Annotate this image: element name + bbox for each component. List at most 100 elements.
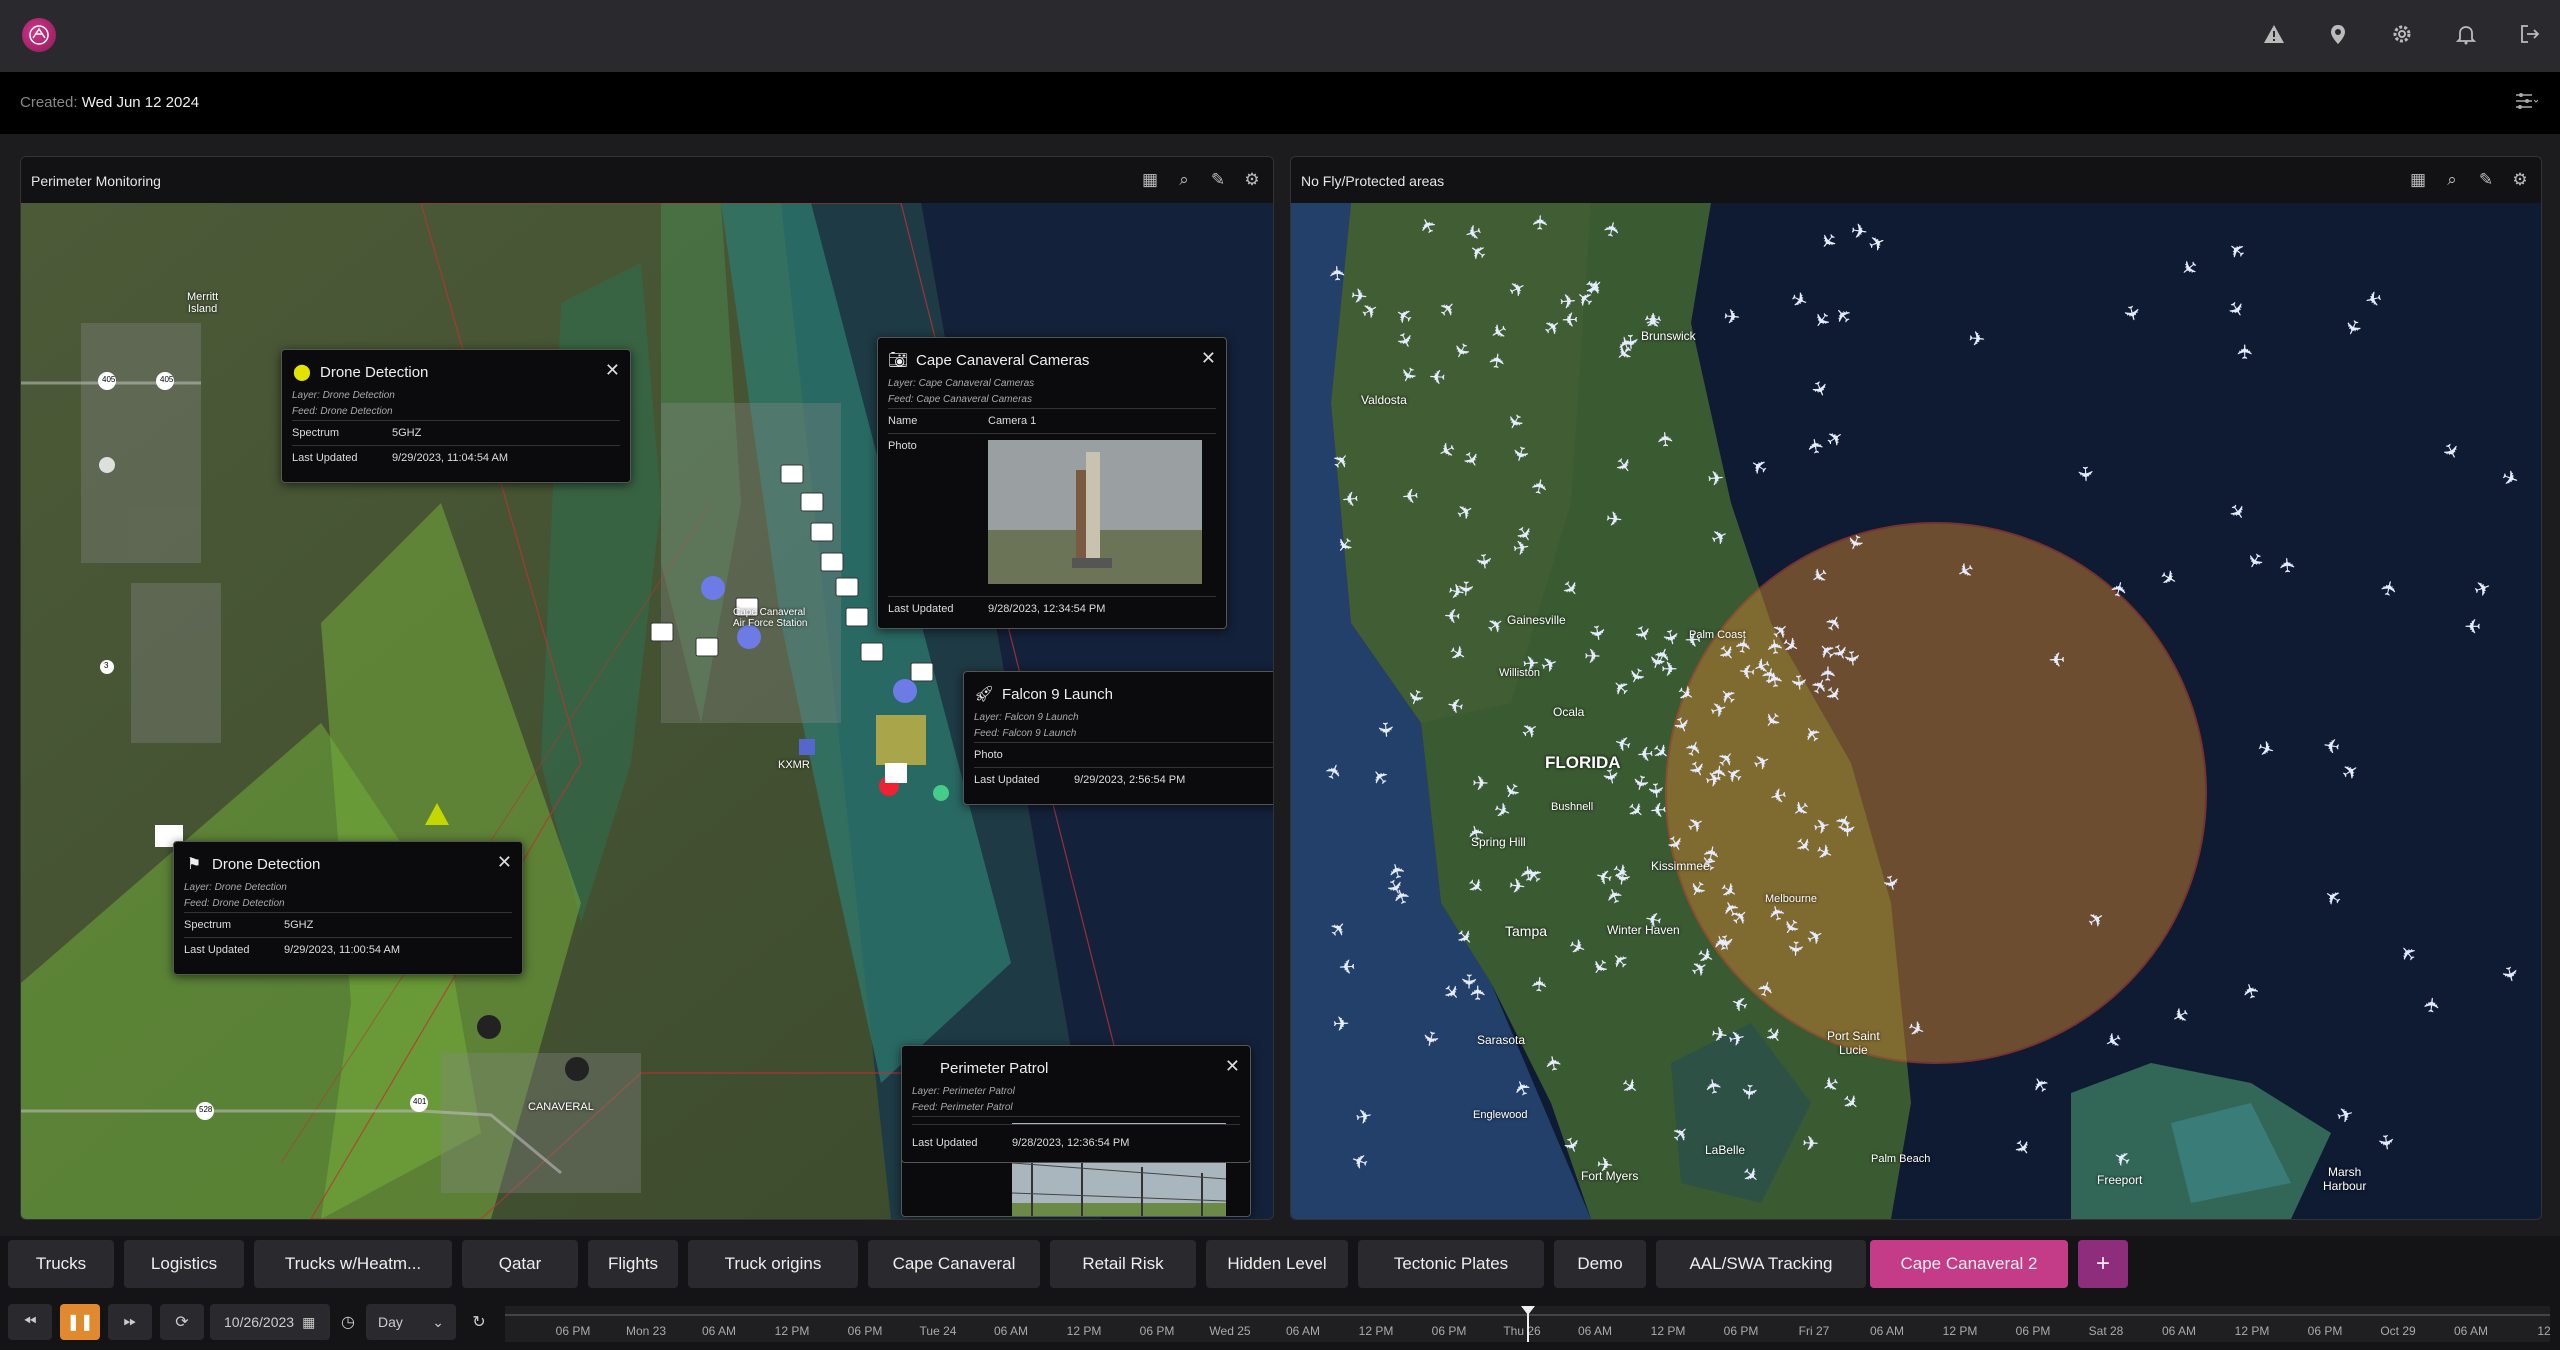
aircraft-icon[interactable]: ✈ — [2464, 614, 2481, 636]
aircraft-icon[interactable]: ✈ — [1472, 773, 1489, 795]
aircraft-icon[interactable]: ✈ — [1738, 659, 1757, 682]
aircraft-icon[interactable]: ✈ — [1708, 763, 1732, 782]
tab-trucks[interactable]: Trucks — [8, 1240, 114, 1288]
field-value: 9/29/2023, 11:04:54 AM — [392, 452, 508, 464]
close-icon[interactable]: ✕ — [497, 852, 512, 873]
close-icon[interactable]: ✕ — [1225, 1056, 1240, 1077]
satellite-map[interactable]: Merritt Island Cape Canaveral Air Force … — [21, 203, 1273, 1219]
tab-demo[interactable]: Demo — [1554, 1240, 1646, 1288]
aircraft-icon[interactable]: ✈ — [2277, 556, 2300, 574]
aircraft-icon[interactable]: ✈ — [1636, 741, 1655, 764]
timeline-tick: 12 PM — [1650, 1324, 1686, 1338]
grid-icon[interactable]: ▦ — [1139, 169, 1161, 191]
aircraft-icon[interactable]: ✈ — [1802, 1133, 1820, 1156]
aircraft-icon[interactable]: ✈ — [1723, 306, 1742, 329]
interval-select[interactable]: Day ⌄ — [366, 1304, 456, 1340]
aircraft-icon[interactable]: ✈ — [1835, 821, 1857, 838]
aircraft-icon[interactable]: ✈ — [1530, 214, 1553, 232]
aircraft-icon[interactable]: ✈ — [1507, 875, 1526, 899]
tab-cape-canaveral-2[interactable]: Cape Canaveral 2 — [1870, 1240, 2068, 1288]
close-icon[interactable]: ✕ — [605, 360, 620, 381]
aircraft-icon[interactable]: ✈ — [1471, 552, 1495, 571]
tab-retail-risk[interactable]: Retail Risk — [1050, 1240, 1196, 1288]
map-label: Englewood — [1473, 1109, 1528, 1121]
history-icon[interactable]: ◷ — [336, 1304, 360, 1340]
grid-icon[interactable]: ▦ — [2407, 169, 2429, 191]
pause-button[interactable]: ❚❚ — [60, 1304, 100, 1340]
popup-feed: Feed: Drone Detection — [292, 406, 393, 417]
aircraft-icon[interactable]: ✈ — [1468, 984, 1490, 1001]
aircraft-icon[interactable]: ✈ — [1401, 483, 1420, 506]
close-icon[interactable]: ✕ — [1201, 348, 1216, 369]
aircraft-icon[interactable]: ✈ — [1561, 307, 1579, 330]
tab-logistics[interactable]: Logistics — [124, 1240, 244, 1288]
aircraft-icon[interactable]: ✈ — [1332, 1013, 1350, 1036]
loop-button[interactable]: ⟳ — [160, 1304, 204, 1340]
aircraft-icon[interactable]: ✈ — [2048, 647, 2066, 670]
location-pin-icon[interactable] — [2326, 22, 2350, 46]
timeline-cursor-handle[interactable] — [1521, 1306, 1535, 1315]
aircraft-icon[interactable]: ✈ — [1511, 537, 1531, 561]
aircraft-icon[interactable]: ✈ — [1783, 940, 1806, 958]
tab-tectonic-plates[interactable]: Tectonic Plates — [1358, 1240, 1544, 1288]
panel-title: No Fly/Protected areas — [1301, 173, 1445, 189]
aircraft-icon[interactable]: ✈ — [2073, 465, 2096, 483]
aircraft-icon[interactable]: ✈ — [1443, 603, 1461, 626]
popup-layer: Layer: Falcon 9 Launch — [974, 712, 1079, 723]
search-icon[interactable]: ⌕ — [1173, 169, 1195, 191]
aircraft-icon[interactable]: ✈ — [2322, 732, 2342, 756]
search-icon[interactable]: ⌕ — [2441, 169, 2463, 191]
tab-flights[interactable]: Flights — [588, 1240, 678, 1288]
road-shield: 405 — [160, 375, 174, 384]
aircraft-icon[interactable]: ✈ — [2421, 996, 2445, 1015]
settings-gear-icon[interactable] — [2390, 22, 2414, 46]
aircraft-icon[interactable]: ✈ — [1584, 646, 1601, 668]
timeline-tick: 06 AM — [701, 1324, 737, 1338]
logout-icon[interactable] — [2518, 22, 2542, 46]
rewind-button[interactable]: ⏪︎ — [8, 1304, 52, 1340]
aircraft-icon[interactable]: ✈ — [1818, 665, 1840, 682]
camera-photo[interactable] — [988, 440, 1202, 584]
aircraft-icon[interactable]: ✈ — [1341, 486, 1360, 509]
tab-hidden-level[interactable]: Hidden Level — [1206, 1240, 1348, 1288]
tab-aal-swa-tracking[interactable]: AAL/SWA Tracking — [1656, 1240, 1866, 1288]
aircraft-icon[interactable]: ✈ — [1655, 430, 1678, 448]
aircraft-icon[interactable]: ✈ — [1737, 1083, 1760, 1102]
aircraft-icon[interactable]: ✈ — [1968, 328, 1987, 351]
tab-qatar[interactable]: Qatar — [462, 1240, 578, 1288]
tab-trucks-heatmap[interactable]: Trucks w/Heatm... — [254, 1240, 452, 1288]
perimeter-patrol-popup-footer: Last Updated 9/28/2023, 12:36:54 PM — [901, 1124, 1251, 1163]
aircraft-icon[interactable]: ✈ — [1453, 580, 1476, 598]
aircraft-icon[interactable]: ✈ — [2235, 343, 2257, 360]
draw-icon[interactable]: ✎ — [2475, 169, 2497, 191]
timeline-ruler[interactable]: 06 PM Mon 23 06 AM 12 PM 06 PM Tue 24 06 AM 12 … — [505, 1306, 2551, 1342]
timeline-tick: Wed 25 — [1209, 1324, 1251, 1338]
aircraft-icon[interactable]: ✈ — [1707, 468, 1726, 491]
settings-gear-icon[interactable]: ⚙ — [2509, 169, 2531, 191]
alert-icon[interactable] — [2262, 22, 2286, 46]
filter-settings-icon[interactable] — [2514, 92, 2539, 115]
tab-cape-canaveral[interactable]: Cape Canaveral — [868, 1240, 1040, 1288]
aircraft-icon[interactable]: ✈ — [1529, 975, 1552, 993]
no-fly-zone[interactable] — [1665, 522, 2207, 1064]
aircraft-icon[interactable]: ✈ — [1649, 797, 1668, 820]
refresh-icon[interactable]: ↻ — [464, 1304, 494, 1340]
popup-feed: Feed: Perimeter Patrol — [912, 1102, 1013, 1113]
aircraft-icon[interactable]: ✈ — [1373, 721, 1396, 740]
bell-icon[interactable] — [2454, 22, 2478, 46]
aircraft-icon[interactable]: ✈ — [1327, 264, 1350, 282]
aircraft-icon[interactable]: ✈ — [1486, 351, 1510, 371]
aircraft-icon[interactable]: ✈ — [1338, 954, 1356, 977]
settings-gear-icon[interactable]: ⚙ — [1241, 169, 1263, 191]
date-picker[interactable]: 10/26/2023 ▦ — [210, 1304, 330, 1340]
draw-icon[interactable]: ✎ — [1207, 169, 1229, 191]
fast-forward-button[interactable]: ⏩︎ — [108, 1304, 152, 1340]
field-label: Spectrum — [292, 427, 340, 439]
add-tab-button[interactable]: + — [2078, 1240, 2128, 1288]
tab-truck-origins[interactable]: Truck origins — [688, 1240, 858, 1288]
flight-map[interactable]: ✈ ✈ ✈ ✈ ✈ ✈ ✈ ✈ ✈ ✈ ✈ ✈ ✈ ✈ ✈ ✈ ✈ ✈ ✈ ✈ ✈ ✈ ✈ ✈ ✈ ✈ ✈ ✈ ✈ ✈ ✈ ✈ ✈ ✈ ✈ ✈ ✈ ✈ ✈ ✈… — [1291, 203, 2541, 1219]
aircraft-icon[interactable]: ✈ — [1428, 364, 1446, 387]
aircraft-icon[interactable]: ✈ — [2373, 1133, 2397, 1153]
app-logo[interactable] — [22, 18, 56, 52]
aircraft-icon[interactable]: ✈ — [1604, 508, 1623, 532]
